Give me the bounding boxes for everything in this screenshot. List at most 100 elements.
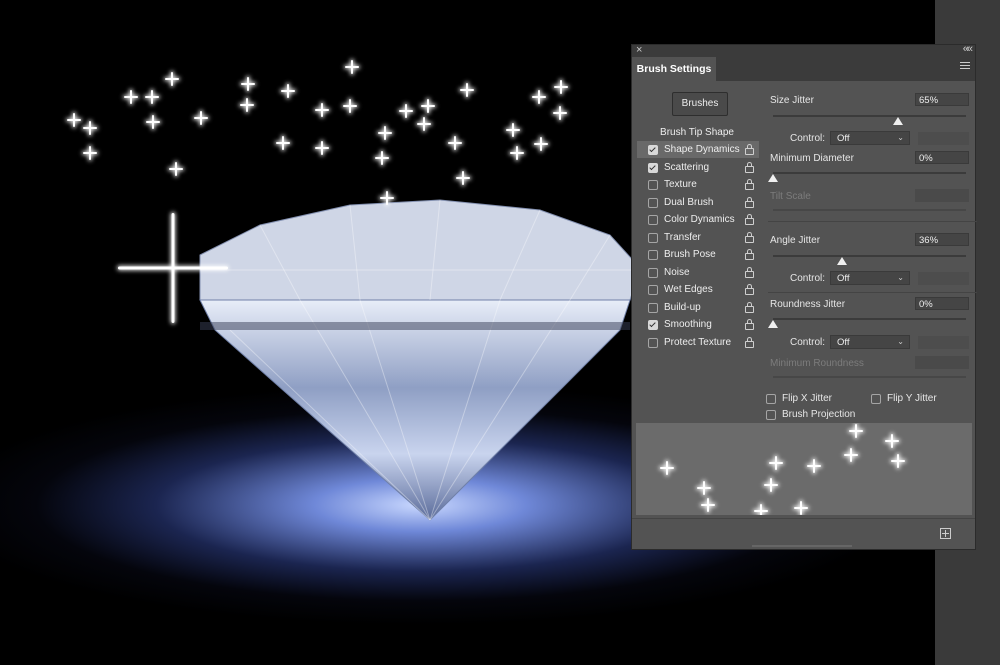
minimum-diameter-slider-handle[interactable] (768, 174, 778, 182)
option-checkbox[interactable] (648, 197, 658, 208)
roundness-jitter-input[interactable]: 0% (915, 297, 969, 310)
option-checkbox[interactable] (648, 285, 658, 295)
minimum-diameter-input[interactable]: 0% (915, 151, 969, 164)
sparkle-icon (318, 106, 326, 114)
brushes-button[interactable]: Brushes (672, 92, 728, 116)
lock-icon[interactable] (745, 336, 754, 348)
size-control-dropdown[interactable]: Off ⌄ (830, 131, 910, 145)
lock-icon[interactable] (745, 266, 754, 278)
size-jitter-label: Size Jitter (770, 95, 814, 106)
brush-option-shape-dynamics[interactable]: Shape Dynamics (637, 141, 759, 158)
sparkle-icon (86, 124, 94, 132)
option-checkbox[interactable] (648, 180, 658, 190)
roundness-control-dropdown[interactable]: Off ⌄ (830, 335, 910, 349)
chevron-down-icon: ⌄ (897, 133, 904, 142)
new-brush-icon[interactable] (940, 528, 951, 539)
angle-jitter-slider[interactable] (773, 255, 966, 265)
tilt-scale-input (915, 189, 969, 202)
brush-tip-shape-item[interactable]: Brush Tip Shape (637, 124, 757, 141)
angle-control-dropdown[interactable]: Off ⌄ (830, 271, 910, 285)
panel-title-bar[interactable]: × «« (632, 43, 975, 57)
brush-option-protect-texture[interactable]: Protect Texture (637, 334, 759, 351)
sparkle-icon (243, 101, 251, 109)
brush-projection-checkbox[interactable] (766, 410, 776, 420)
sparkle-icon (420, 120, 428, 128)
minimum-diameter-label: Minimum Diameter (770, 153, 854, 164)
brush-option-dual-brush[interactable]: Dual Brush (637, 194, 759, 211)
sparkle-icon (535, 93, 543, 101)
sparkle-icon (127, 93, 135, 101)
minimum-roundness-label: Minimum Roundness (770, 358, 864, 369)
brush-option-build-up[interactable]: Build-up (637, 299, 759, 316)
sparkle-icon (402, 107, 410, 115)
panel-footer (632, 518, 975, 549)
chevron-down-icon: ⌄ (897, 337, 904, 346)
hamburger-menu-icon[interactable] (960, 62, 970, 71)
lock-icon[interactable] (745, 301, 754, 313)
roundness-jitter-slider[interactable] (768, 318, 966, 328)
lock-icon[interactable] (745, 319, 754, 330)
option-checkbox[interactable] (648, 250, 658, 260)
sparkle-icon (381, 129, 389, 137)
option-label: Protect Texture (664, 336, 732, 348)
brush-option-brush-pose[interactable]: Brush Pose (637, 246, 759, 263)
flip-y-label: Flip Y Jitter (887, 393, 937, 404)
divider (768, 292, 977, 293)
angle-jitter-slider-handle[interactable] (837, 257, 848, 265)
lock-icon[interactable] (745, 144, 754, 155)
size-jitter-slider-handle[interactable] (893, 117, 904, 125)
size-control-extra (918, 132, 969, 145)
sparkle-icon (852, 427, 860, 435)
sparkle-icon (797, 504, 805, 512)
brush-option-texture[interactable]: Texture (637, 176, 759, 193)
lock-icon[interactable] (745, 161, 754, 173)
lock-icon[interactable] (745, 231, 754, 243)
brush-settings-panel: × «« Brush Settings Brushes Brush Tip Sh… (631, 43, 977, 550)
brush-option-smoothing[interactable]: Smoothing (637, 316, 759, 333)
brush-option-noise[interactable]: Noise (637, 264, 759, 281)
option-checkbox[interactable] (648, 337, 658, 348)
option-label: Build-up (664, 301, 701, 313)
sparkle-icon (556, 109, 564, 117)
option-checkbox[interactable] (648, 232, 658, 243)
option-checkbox[interactable] (648, 162, 658, 173)
size-jitter-input[interactable]: 65% (915, 93, 969, 106)
lock-icon[interactable] (745, 196, 754, 208)
brush-option-transfer[interactable]: Transfer (637, 229, 759, 246)
sparkle-icon (772, 459, 780, 467)
tilt-scale-label: Tilt Scale (770, 191, 811, 202)
angle-jitter-input[interactable]: 36% (915, 233, 969, 246)
tab-brush-settings[interactable]: Brush Settings (632, 57, 716, 81)
sparkle-icon (459, 174, 467, 182)
lock-icon[interactable] (745, 214, 754, 225)
lock-icon[interactable] (745, 284, 754, 295)
size-control-label: Control: (790, 133, 826, 144)
lock-icon[interactable] (745, 249, 754, 260)
flip-x-checkbox[interactable] (766, 394, 776, 404)
sparkle-icon (888, 437, 896, 445)
sparkle-icon (346, 102, 354, 110)
flip-y-checkbox[interactable] (871, 394, 881, 404)
sparkle-icon (169, 264, 177, 272)
close-icon[interactable]: × (636, 44, 642, 56)
option-checkbox[interactable] (648, 215, 658, 225)
lock-icon[interactable] (745, 179, 754, 190)
divider (768, 221, 977, 222)
sparkle-icon (700, 484, 708, 492)
double-chevron-left-icon[interactable]: «« (963, 43, 973, 55)
size-jitter-slider[interactable] (773, 115, 966, 125)
option-checkbox[interactable] (648, 302, 658, 313)
option-checkbox[interactable] (648, 145, 658, 155)
brush-option-wet-edges[interactable]: Wet Edges (637, 281, 759, 298)
sparkle-icon (348, 63, 356, 71)
minimum-diameter-slider[interactable] (768, 172, 966, 182)
option-checkbox[interactable] (648, 320, 658, 330)
roundness-jitter-slider-handle[interactable] (768, 320, 778, 328)
option-checkbox[interactable] (648, 267, 658, 278)
angle-control-extra (918, 272, 969, 285)
roundness-control-label: Control: (790, 337, 826, 348)
brush-option-color-dynamics[interactable]: Color Dynamics (637, 211, 759, 228)
brush-projection-label: Brush Projection (782, 409, 856, 420)
resize-handle[interactable] (752, 545, 852, 547)
brush-option-scattering[interactable]: Scattering (637, 159, 759, 176)
